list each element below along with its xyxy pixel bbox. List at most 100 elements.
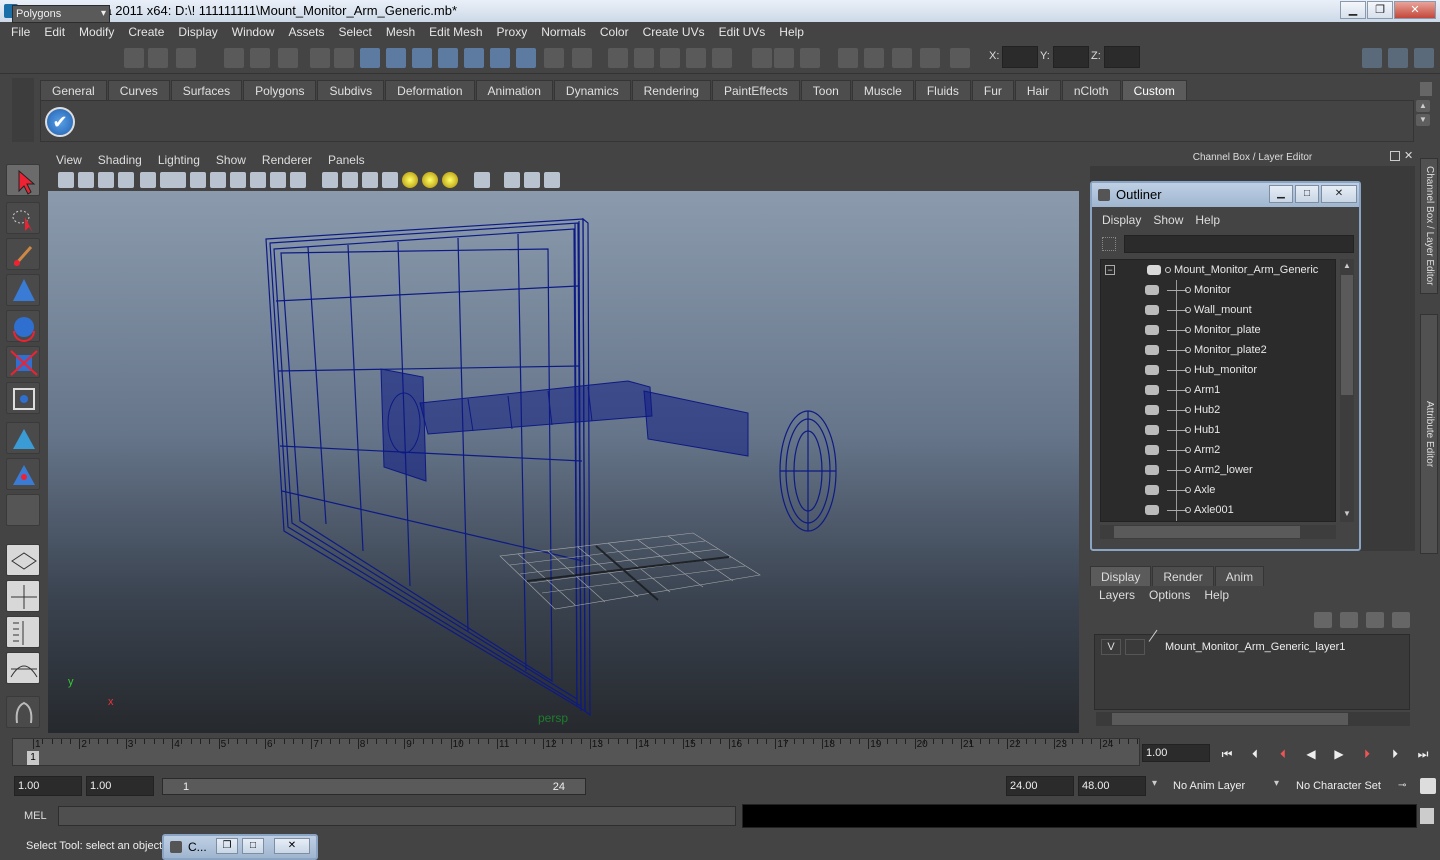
- x-field[interactable]: [1002, 46, 1038, 68]
- menu-select[interactable]: Select: [331, 25, 378, 39]
- range-slider[interactable]: 1 24: [162, 778, 586, 795]
- status-tool-icon-15[interactable]: [516, 48, 536, 68]
- wireframe-on-shaded-icon[interactable]: [362, 172, 378, 188]
- outliner-close-button[interactable]: ✕: [1321, 185, 1357, 203]
- outliner-item-monitor_plate[interactable]: Monitor_plate: [1101, 320, 1335, 340]
- menu-proxy[interactable]: Proxy: [490, 25, 535, 39]
- outliner-item-arm1[interactable]: Arm1: [1101, 380, 1335, 400]
- vscroll-thumb[interactable]: [1341, 275, 1353, 395]
- layer-tab-render[interactable]: Render: [1152, 566, 1214, 586]
- step-forward-key-icon[interactable]: ⏵: [1356, 744, 1378, 764]
- attribute-editor-toggle-icon[interactable]: [1388, 48, 1408, 68]
- outliner-layout-icon[interactable]: [6, 616, 40, 648]
- outliner-item-hub2[interactable]: Hub2: [1101, 400, 1335, 420]
- outliner-item-axle001[interactable]: Axle001: [1101, 500, 1335, 520]
- anim-end-field[interactable]: 48.00: [1078, 776, 1146, 796]
- scroll-up-icon[interactable]: ▲: [1341, 261, 1353, 271]
- menu-display[interactable]: Display: [171, 25, 224, 39]
- shelf-tab-custom[interactable]: Custom: [1121, 80, 1187, 100]
- checkmark-icon[interactable]: ✔: [45, 107, 75, 137]
- film-gate-icon[interactable]: [190, 172, 206, 188]
- shelf-tab-animation[interactable]: Animation: [475, 80, 553, 100]
- shelf-tab-rendering[interactable]: Rendering: [631, 80, 711, 100]
- menu-help[interactable]: Help: [772, 25, 811, 39]
- anim-start-field[interactable]: 1.00: [86, 776, 154, 796]
- key-icon[interactable]: ⊸: [1398, 780, 1412, 792]
- shelf-tab-hair[interactable]: Hair: [1014, 80, 1061, 100]
- status-tool-icon-1[interactable]: [124, 48, 144, 68]
- grid-toggle-icon[interactable]: [170, 172, 186, 188]
- status-tool-icon-9[interactable]: [360, 48, 380, 68]
- camera-attributes-icon[interactable]: [78, 172, 94, 188]
- status-tool-icon-4[interactable]: [224, 48, 244, 68]
- script-language-button[interactable]: MEL: [12, 806, 56, 826]
- status-tool-icon-18[interactable]: [608, 48, 628, 68]
- image-plane-icon[interactable]: [118, 172, 134, 188]
- outliner-item-axle[interactable]: Axle: [1101, 480, 1335, 500]
- anim-preferences-icon[interactable]: [1420, 778, 1436, 794]
- shadows-icon[interactable]: [442, 172, 458, 188]
- resolution-gate-icon[interactable]: [210, 172, 226, 188]
- outliner-hscroll[interactable]: [1100, 525, 1336, 539]
- script-editor-icon[interactable]: [1420, 808, 1434, 824]
- two-d-pan-icon[interactable]: [140, 172, 156, 188]
- outliner-menu-display[interactable]: Display: [1096, 213, 1147, 227]
- rotate-tool-icon[interactable]: [6, 310, 40, 342]
- viewport-menu-show[interactable]: Show: [208, 152, 254, 170]
- shelf-tab-toon[interactable]: Toon: [800, 80, 851, 100]
- outliner-item-monitor[interactable]: Monitor: [1101, 280, 1335, 300]
- outliner-item-arm2[interactable]: Arm2: [1101, 440, 1335, 460]
- y-field[interactable]: [1053, 46, 1089, 68]
- start-time-field[interactable]: 1.00: [14, 776, 82, 796]
- shelf-menu-handle[interactable]: [12, 78, 34, 142]
- menu-edit[interactable]: Edit: [37, 25, 72, 39]
- status-tool-icon-6[interactable]: [278, 48, 298, 68]
- viewport-menu-view[interactable]: View: [48, 152, 90, 170]
- status-tool-icon-17[interactable]: [572, 48, 592, 68]
- outliner-maximize-button[interactable]: □: [1295, 185, 1319, 203]
- tab-attribute-editor[interactable]: Attribute Editor: [1420, 314, 1438, 554]
- paint-select-tool-icon[interactable]: [6, 238, 40, 270]
- safe-title-icon[interactable]: [290, 172, 306, 188]
- status-tool-icon-16[interactable]: [544, 48, 564, 68]
- menu-set-dropdown[interactable]: Polygons: [12, 5, 110, 23]
- status-tool-icon-12[interactable]: [438, 48, 458, 68]
- status-tool-icon-26[interactable]: [838, 48, 858, 68]
- minimized-window[interactable]: C... ❐ □ ✕: [162, 834, 318, 860]
- lasso-tool-icon[interactable]: [6, 202, 40, 234]
- step-back-frame-icon[interactable]: ⏴: [1244, 744, 1266, 764]
- outliner-menu-help[interactable]: Help: [1189, 213, 1226, 227]
- viewport-menu-panels[interactable]: Panels: [320, 152, 373, 170]
- status-tool-icon-10[interactable]: [386, 48, 406, 68]
- isolate-select-icon[interactable]: [474, 172, 490, 188]
- command-input[interactable]: [58, 806, 736, 826]
- play-backwards-icon[interactable]: ◀: [1300, 744, 1322, 764]
- shelf-tab-ncloth[interactable]: nCloth: [1061, 80, 1121, 100]
- shelf-tab-curves[interactable]: Curves: [107, 80, 170, 100]
- minimized-maximize-button[interactable]: □: [242, 838, 264, 854]
- last-tool-slot[interactable]: [6, 494, 40, 526]
- hscroll-thumb[interactable]: [1114, 526, 1300, 538]
- graph-editor-layout-icon[interactable]: [6, 652, 40, 684]
- channel-box-toggle-icon[interactable]: [1362, 48, 1382, 68]
- status-tool-icon-30[interactable]: [950, 48, 970, 68]
- status-tool-icon-28[interactable]: [892, 48, 912, 68]
- minimized-restore-button[interactable]: ❐: [216, 838, 238, 854]
- status-tool-icon-11[interactable]: [412, 48, 432, 68]
- soft-modification-icon[interactable]: [6, 422, 40, 454]
- outliner-item-arm2_lower[interactable]: Arm2_lower: [1101, 460, 1335, 480]
- shelf-tab-fur[interactable]: Fur: [971, 80, 1014, 100]
- status-tool-icon-5[interactable]: [250, 48, 270, 68]
- status-tool-icon-29[interactable]: [920, 48, 940, 68]
- xray-icon[interactable]: [504, 172, 520, 188]
- shelf-tab-subdivs[interactable]: Subdivs: [317, 80, 385, 100]
- status-tool-icon-2[interactable]: [148, 48, 168, 68]
- outliner-item-hub_monitor[interactable]: Hub_monitor: [1101, 360, 1335, 380]
- viewport-menu-shading[interactable]: Shading: [90, 152, 150, 170]
- status-tool-icon-27[interactable]: [864, 48, 884, 68]
- status-tool-icon-24[interactable]: [774, 48, 794, 68]
- character-set-dropdown[interactable]: No Character Set: [1293, 776, 1393, 796]
- character-set-arrow-icon[interactable]: ▾: [1274, 778, 1286, 794]
- shelf-tab-painteffects[interactable]: PaintEffects: [711, 80, 800, 100]
- panel-close-icon[interactable]: ✕: [1404, 150, 1416, 162]
